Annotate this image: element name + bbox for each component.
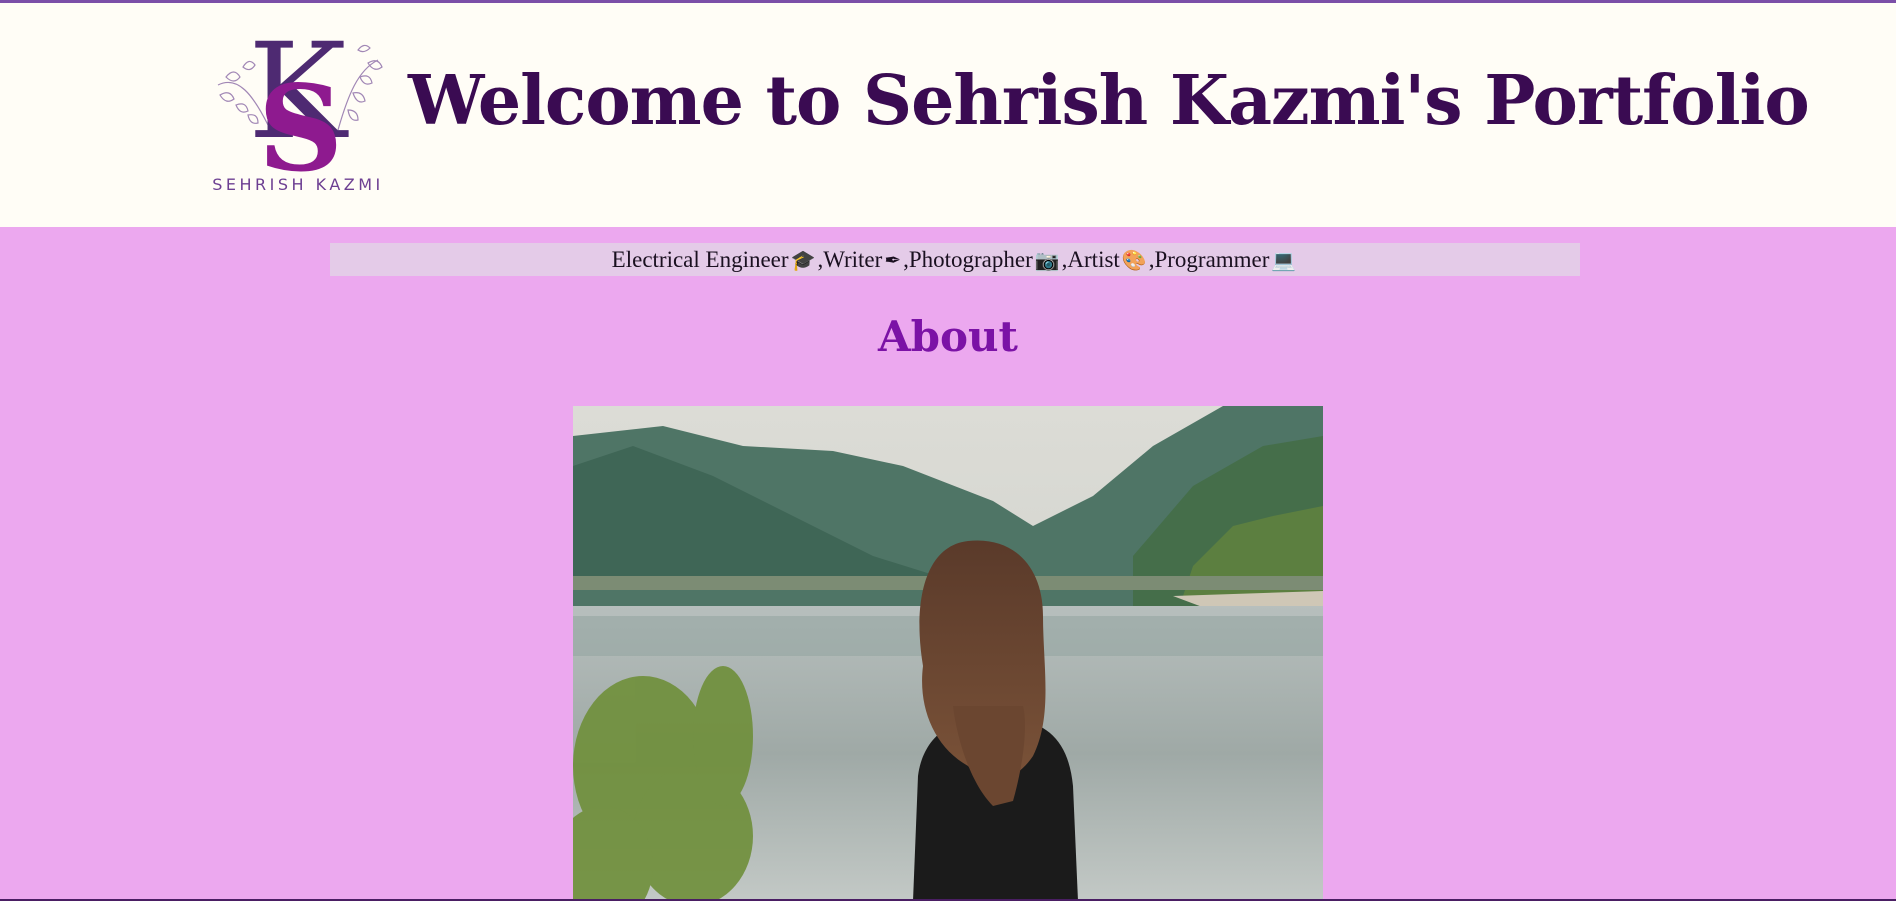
camera-icon: 📷 (1034, 247, 1060, 272)
about-photo-image (573, 406, 1323, 901)
palette-icon: 🎨 (1121, 247, 1147, 272)
about-photo (573, 406, 1323, 901)
tagline-item-artist: Artist (1067, 246, 1120, 272)
tagline-bar: Electrical Engineer 🎓, Writer ✒, Photograp… (330, 243, 1580, 276)
pen-icon: ✒ (884, 247, 902, 272)
site-header: K S SEHRISH KAZMI Welcome to Sehrish Kaz… (0, 3, 1896, 227)
logo-name-text: SEHRISH KAZMI (212, 175, 384, 194)
ks-monogram-logo: K S (217, 15, 383, 198)
svg-text:S: S (258, 59, 343, 175)
site-title: Welcome to Sehrish Kazmi's Portfolio (408, 61, 1810, 141)
site-logo[interactable]: K S SEHRISH KAZMI (198, 15, 398, 201)
tagline-item-photographer: Photographer (908, 246, 1033, 272)
tagline-item-programmer: Programmer (1154, 246, 1270, 272)
graduation-cap-icon: 🎓 (790, 247, 816, 272)
tagline-item-engineer: Electrical Engineer (611, 246, 789, 272)
about-heading: About (878, 312, 1018, 361)
laptop-icon: 💻 (1271, 247, 1297, 272)
tagline-item-writer: Writer (823, 246, 883, 272)
